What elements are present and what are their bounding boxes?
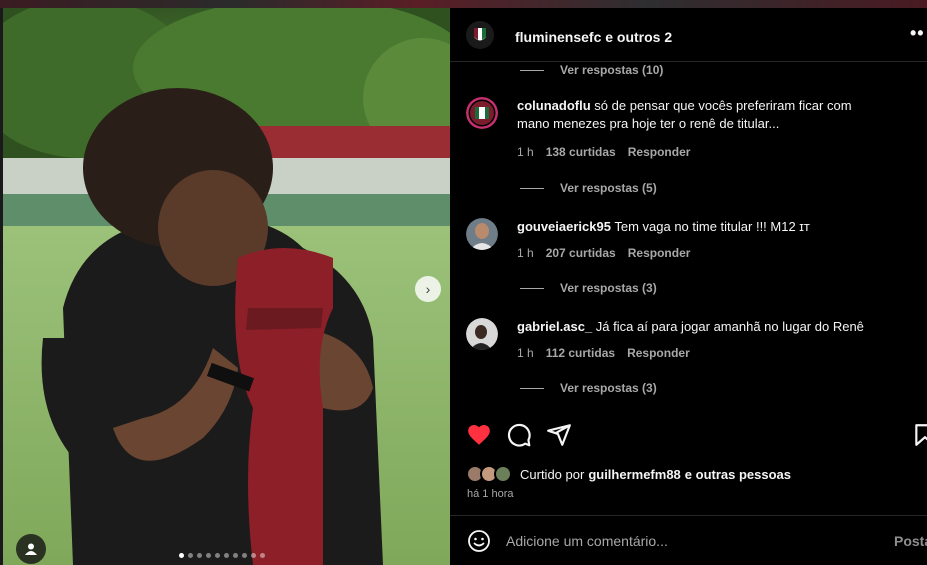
carousel-dot: [188, 553, 193, 558]
user-tag-button[interactable]: [16, 534, 46, 564]
post-media[interactable]: ›: [3, 8, 450, 565]
carousel-dot: [179, 553, 184, 558]
carousel-dots: [179, 553, 265, 558]
liked-avatars: [466, 465, 516, 483]
commenter-avatar[interactable]: [466, 97, 498, 129]
emoji-icon[interactable]: [467, 529, 491, 553]
replies-divider: [520, 69, 544, 71]
view-replies-label: Ver respostas (3): [560, 381, 657, 395]
commenter-avatar[interactable]: [466, 218, 498, 250]
carousel-dot: [260, 553, 265, 558]
carousel-dot: [233, 553, 238, 558]
view-replies-previous[interactable]: Ver respostas (10): [520, 63, 663, 77]
user-tag-icon: [25, 543, 37, 555]
heart-filled-icon[interactable]: [466, 422, 492, 448]
comment-likes[interactable]: 207 curtidas: [546, 246, 616, 260]
view-replies-label: Ver respostas (10): [560, 63, 664, 77]
view-replies-button[interactable]: Ver respostas (3): [520, 381, 657, 395]
bookmark-icon[interactable]: [912, 422, 927, 448]
post-photo: [3, 8, 450, 565]
comment-time: 1 h: [517, 246, 534, 260]
send-icon[interactable]: [546, 422, 572, 448]
comment-likes[interactable]: 138 curtidas: [546, 145, 616, 159]
fluminense-crest-icon: [466, 21, 494, 49]
replies-divider: [520, 187, 544, 189]
post-timestamp: há 1 hora: [467, 488, 514, 500]
reply-button[interactable]: Responder: [628, 145, 691, 159]
commenter-avatar[interactable]: [466, 318, 498, 350]
comment-time: 1 h: [517, 346, 534, 360]
post-actions: [450, 412, 927, 460]
top-strip: [0, 0, 927, 8]
liked-by: Curtido por guilhermefm88 e outras pesso…: [466, 464, 795, 484]
comments-list: Ver respostas (10) colunadoflu só de pen…: [450, 62, 927, 412]
carousel-dot: [224, 553, 229, 558]
replies-divider: [520, 387, 544, 389]
view-replies-label: Ver respostas (5): [560, 181, 657, 195]
comment-composer: Postar: [450, 515, 927, 565]
comment-username[interactable]: gabriel.asc_: [517, 319, 592, 334]
comment-text: Tem vaga no time titular !!! M12 ɪᴛ: [614, 219, 810, 234]
next-slide-button[interactable]: ›: [415, 276, 441, 302]
chevron-right-icon: ›: [425, 281, 431, 297]
comment-username[interactable]: colunadoflu: [517, 98, 591, 113]
comment-meta: 1 h 138 curtidas Responder: [517, 145, 690, 159]
comment-meta: 1 h 112 curtidas Responder: [517, 346, 690, 360]
comment-text: Já fica aí para jogar amanhã no lugar do…: [595, 319, 864, 334]
carousel-dot: [197, 553, 202, 558]
view-replies-button[interactable]: Ver respostas (3): [520, 281, 657, 295]
carousel-dot: [251, 553, 256, 558]
comment-username[interactable]: gouveiaerick95: [517, 219, 611, 234]
post-panel: fluminensefc e outros 2 •• Ver respostas…: [450, 8, 927, 565]
comment-text-block: gouveiaerick95 Tem vaga no time titular …: [517, 218, 877, 236]
author-avatar[interactable]: [466, 21, 494, 49]
reply-button[interactable]: Responder: [628, 246, 691, 260]
view-replies-label: Ver respostas (3): [560, 281, 657, 295]
liked-prefix: Curtido por: [520, 466, 585, 482]
liker-avatar: [494, 465, 512, 483]
comment-input[interactable]: [506, 529, 876, 553]
author-line[interactable]: fluminensefc e outros 2: [515, 29, 672, 45]
liked-others-link[interactable]: e outras pessoas: [685, 467, 791, 482]
comment-meta: 1 h 207 curtidas Responder: [517, 246, 690, 260]
liked-user-link[interactable]: guilhermefm88: [588, 467, 680, 482]
post-button[interactable]: Postar: [894, 533, 927, 549]
carousel-dot: [206, 553, 211, 558]
comment-time: 1 h: [517, 145, 534, 159]
carousel-dot: [215, 553, 220, 558]
more-horizontal-icon[interactable]: ••: [910, 23, 925, 44]
view-replies-button[interactable]: Ver respostas (5): [520, 181, 657, 195]
post-header: fluminensefc e outros 2 ••: [450, 8, 927, 62]
reply-button[interactable]: Responder: [627, 346, 690, 360]
comment-likes[interactable]: 112 curtidas: [546, 346, 615, 360]
comment-text-block: colunadoflu só de pensar que vocês prefe…: [517, 97, 877, 133]
carousel-dot: [242, 553, 247, 558]
comment-icon[interactable]: [506, 422, 532, 448]
replies-divider: [520, 287, 544, 289]
comment-text-block: gabriel.asc_ Já fica aí para jogar amanh…: [517, 318, 877, 336]
